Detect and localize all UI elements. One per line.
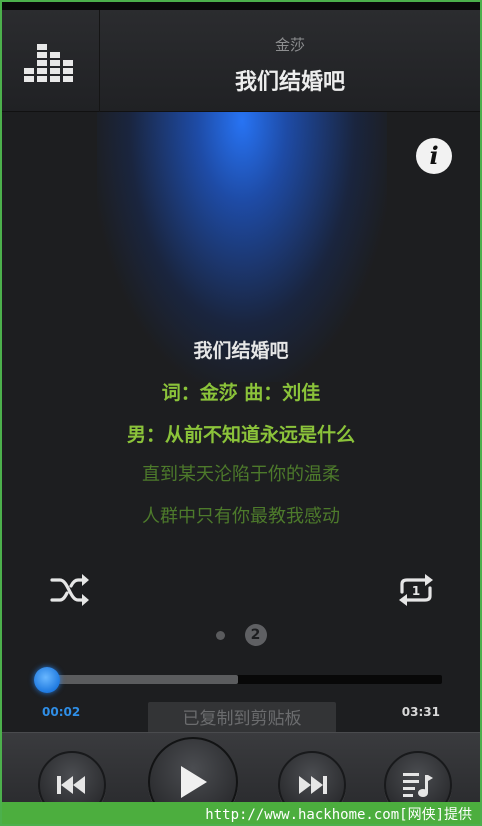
shuffle-icon	[50, 574, 89, 606]
page-dot[interactable]	[215, 630, 225, 640]
shuffle-button[interactable]	[50, 572, 90, 612]
copied-toast: 已复制到剪贴板	[148, 702, 336, 732]
play-icon	[181, 766, 207, 798]
lyrics-panel: i 我们结婚吧 词：金莎 曲：刘佳 男：从前不知道永远是什么 直到某天沦陷于你的…	[2, 112, 480, 732]
current-time: 00:02	[42, 705, 81, 719]
next-icon	[299, 776, 327, 794]
status-bar	[2, 2, 480, 10]
lyric-current-line: 男：从前不知道永远是什么	[126, 424, 355, 446]
song-title: 我们结婚吧	[234, 70, 345, 95]
lyric-next-line: 人群中只有你最教我感动	[142, 506, 340, 527]
page-indicator: 2	[2, 624, 480, 646]
equalizer-icon	[24, 44, 73, 82]
repeat-badge: 1	[412, 584, 420, 598]
previous-icon	[57, 776, 85, 794]
progress-buffer	[42, 675, 238, 684]
info-icon[interactable]: i	[416, 138, 452, 174]
total-time: 03:31	[401, 705, 440, 719]
lyric-song-title: 我们结婚吧	[193, 340, 289, 362]
lyric-credit: 词：金莎 曲：刘佳	[161, 382, 321, 404]
page-dot-current[interactable]: 2	[244, 624, 267, 646]
app-screen: 金莎 我们结婚吧 i 我们结婚吧 词：金莎 曲：刘佳 男：从前不知道永远是什么 …	[0, 0, 482, 826]
repeat-one-button[interactable]: 1	[396, 572, 436, 612]
progress-track[interactable]	[42, 675, 442, 684]
playlist-icon	[403, 773, 433, 797]
progress-thumb[interactable]	[34, 667, 60, 693]
equalizer-button[interactable]	[2, 10, 100, 112]
artist-name: 金莎	[274, 36, 305, 54]
header-bar: 金莎 我们结婚吧	[2, 10, 480, 112]
lyric-next-line: 直到某天沦陷于你的温柔	[142, 464, 340, 485]
watermark: http://www.hackhome.com[网侠]提供	[2, 802, 480, 824]
repeat-one-icon: 1	[399, 574, 433, 606]
